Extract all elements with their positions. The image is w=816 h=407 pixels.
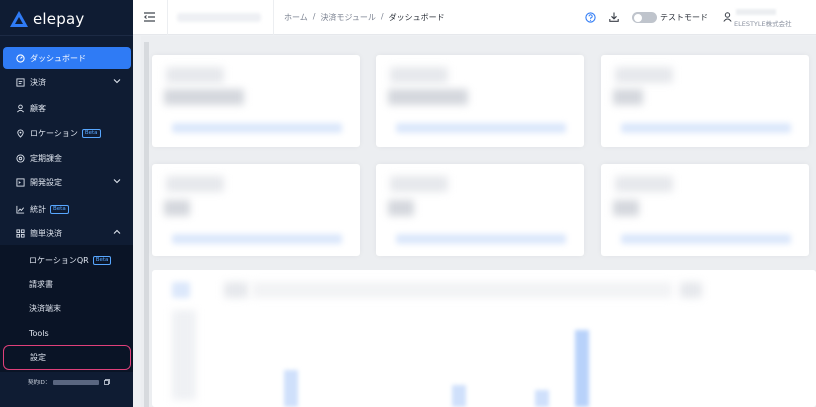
breadcrumb: ホーム / 決済モジュール / ダッシュボード — [284, 12, 445, 23]
sidebar-subitem-terminal[interactable]: 決済端末 — [3, 297, 131, 319]
sidebar-item-stats[interactable]: 統計 Beta — [3, 198, 131, 220]
divider — [0, 35, 133, 36]
sidebar-item-label: ロケーション — [30, 128, 78, 138]
sidebar-item-label: 請求書 — [29, 279, 53, 289]
sidebar-item-payment[interactable]: 決済 — [3, 71, 131, 93]
sidebar-item-label: 定期課金 — [30, 153, 62, 163]
summary-card — [376, 55, 584, 147]
sidebar-item-label: 顧客 — [30, 103, 46, 113]
sidebar: elepay ダッシュボード 決済 顧客 ロケーション Beta 定期課金 開発… — [0, 0, 133, 407]
sidebar-item-label: 決済端末 — [29, 303, 61, 313]
subscription-icon — [15, 153, 25, 163]
sidebar-item-location[interactable]: ロケーション Beta — [3, 122, 131, 144]
payment-icon — [15, 77, 25, 87]
contract-id-label: 契約ID： — [28, 380, 51, 386]
summary-card — [376, 164, 584, 256]
breadcrumb-payment-module[interactable]: 決済モジュール — [320, 12, 375, 23]
summary-card — [152, 55, 360, 147]
qr-grid-icon — [15, 228, 25, 238]
sidebar-item-developer[interactable]: 開発設定 — [3, 171, 131, 193]
sidebar-item-customer[interactable]: 顧客 — [3, 97, 131, 119]
code-icon — [15, 177, 25, 187]
sidebar-item-label: 開発設定 — [30, 177, 62, 187]
brand-name: elepay — [33, 10, 85, 28]
brand-logo[interactable]: elepay — [10, 8, 84, 30]
account-name-masked[interactable] — [177, 13, 261, 22]
sidebar-item-dashboard[interactable]: ダッシュボード — [3, 47, 131, 69]
chart-card — [152, 270, 816, 407]
user-name-masked — [736, 9, 776, 15]
content-scroll-edge — [144, 42, 149, 407]
sidebar-item-label: 統計 — [30, 204, 46, 214]
contract-id: 契約ID： — [28, 378, 111, 386]
breadcrumb-current: ダッシュボード — [388, 13, 445, 22]
contract-id-value-masked — [53, 379, 100, 385]
sidebar-item-label: 決済 — [30, 77, 46, 87]
sidebar-item-label: ロケーションQR — [29, 255, 89, 265]
sidebar-subitem-location-qr[interactable]: ロケーションQR Beta — [3, 249, 131, 271]
summary-card — [601, 164, 809, 256]
top-header: ホーム / 決済モジュール / ダッシュボード テストモード ELESTYLE株… — [133, 0, 816, 35]
chevron-down-icon — [113, 179, 121, 184]
menu-collapse-icon[interactable] — [144, 12, 155, 22]
sidebar-subitem-invoice[interactable]: 請求書 — [3, 273, 131, 295]
sidebar-item-label: ダッシュボード — [30, 53, 86, 63]
chevron-down-icon — [113, 79, 121, 84]
chevron-up-icon — [113, 229, 121, 234]
user-icon[interactable] — [723, 12, 732, 22]
divider — [273, 0, 274, 35]
summary-card — [601, 55, 809, 147]
sidebar-item-label: 簡単決済 — [30, 228, 62, 238]
chart-icon — [15, 204, 25, 214]
location-icon — [15, 128, 25, 138]
customer-icon — [15, 103, 25, 113]
dashboard-icon — [15, 53, 25, 63]
beta-badge: Beta — [81, 128, 101, 138]
test-mode-toggle[interactable] — [632, 12, 657, 23]
summary-card — [152, 164, 360, 256]
toggle-knob — [633, 13, 642, 22]
breadcrumb-separator: / — [380, 12, 384, 21]
elepay-logo-icon — [10, 11, 28, 27]
company-name: ELESTYLE株式会社 — [734, 20, 792, 28]
sidebar-item-label: 設定 — [30, 353, 46, 362]
sidebar-subitem-tools[interactable]: Tools — [3, 322, 131, 344]
download-icon[interactable] — [609, 12, 619, 22]
breadcrumb-home[interactable]: ホーム — [284, 12, 308, 23]
breadcrumb-separator: / — [312, 12, 316, 21]
sidebar-item-label: Tools — [29, 328, 49, 338]
sidebar-item-easy-payment[interactable]: 簡単決済 — [3, 222, 131, 244]
divider — [167, 0, 168, 35]
sidebar-subitem-settings[interactable]: 設定 — [3, 345, 131, 370]
beta-badge: Beta — [92, 255, 112, 265]
beta-badge: Beta — [50, 204, 69, 214]
help-icon[interactable] — [585, 12, 596, 23]
sidebar-item-subscription[interactable]: 定期課金 — [3, 147, 131, 169]
copy-icon[interactable] — [104, 379, 111, 385]
test-mode-label: テストモード — [660, 13, 708, 22]
